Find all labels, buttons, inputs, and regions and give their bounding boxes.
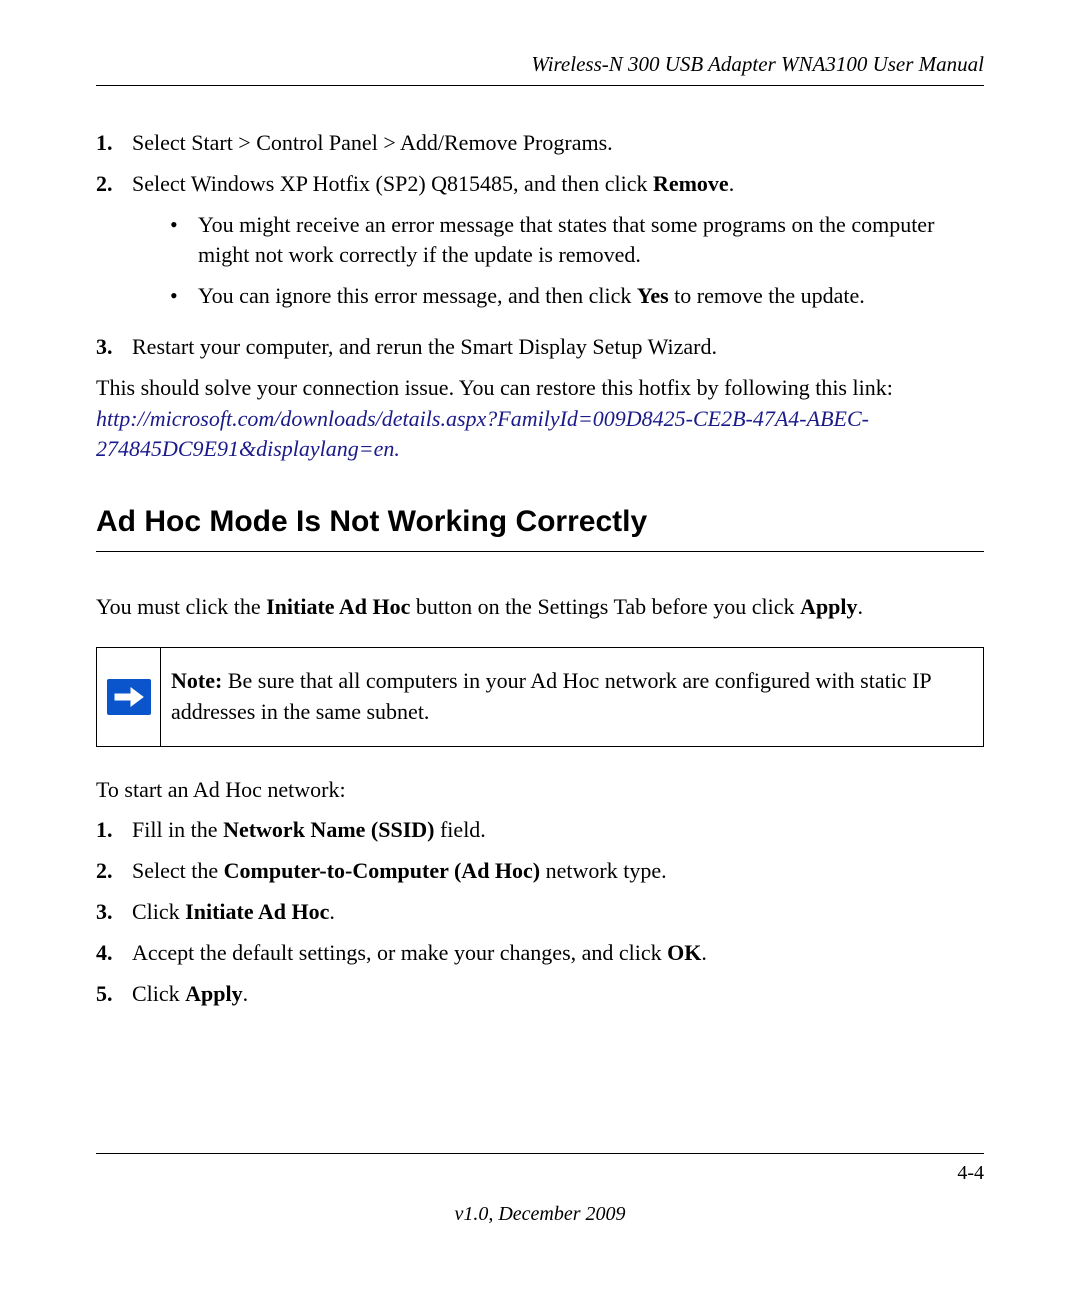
text-run: Select Windows XP Hotfix (SP2) Q815485, … (132, 171, 653, 196)
list-number: 3. (96, 332, 132, 363)
text-run: . (729, 171, 735, 196)
text-run: . (858, 594, 864, 619)
list-text: Select Start > Control Panel > Add/Remov… (132, 128, 984, 159)
bold-text: Apply (185, 981, 242, 1006)
text-run: to remove the update. (669, 283, 865, 308)
bold-text: Yes (637, 283, 669, 308)
arrow-right-icon (107, 679, 151, 715)
text-run: field. (434, 817, 485, 842)
text-run: This should solve your connection issue.… (96, 375, 893, 400)
text-run: . (243, 981, 249, 1006)
page-number: 4-4 (96, 1162, 984, 1185)
list-item: • You might receive an error message tha… (170, 210, 984, 272)
text-run: button on the Settings Tab before you cl… (410, 594, 800, 619)
sub-list: • You might receive an error message tha… (132, 210, 984, 312)
list-number: 4. (96, 938, 132, 969)
list-item: • You can ignore this error message, and… (170, 281, 984, 312)
footer-rule (96, 1153, 984, 1154)
list-number: 1. (96, 815, 132, 846)
text-run: . (701, 940, 707, 965)
text-run: . (394, 436, 400, 461)
text-run: Select the (132, 858, 224, 883)
text-run: You can ignore this error message, and t… (198, 283, 637, 308)
text-run: Click (132, 981, 185, 1006)
ordered-list-2: 1. Fill in the Network Name (SSID) field… (96, 815, 984, 1009)
note-box: Note: Be sure that all computers in your… (96, 647, 984, 747)
bold-text: Network Name (SSID) (223, 817, 434, 842)
list-text: You can ignore this error message, and t… (198, 281, 984, 312)
bold-text: Computer-to-Computer (Ad Hoc) (224, 858, 541, 883)
hotfix-link[interactable]: http://microsoft.com/downloads/details.a… (96, 406, 869, 462)
bullet: • (170, 210, 198, 272)
list-item: 3. Restart your computer, and rerun the … (96, 332, 984, 363)
list-item: 2. Select Windows XP Hotfix (SP2) Q81548… (96, 169, 984, 322)
list-item: 5. Click Apply. (96, 979, 984, 1010)
list-text: Accept the default settings, or make you… (132, 938, 984, 969)
note-label: Note: (171, 668, 222, 693)
bold-text: Initiate Ad Hoc (266, 594, 410, 619)
list-item: 1. Select Start > Control Panel > Add/Re… (96, 128, 984, 159)
list-text: Restart your computer, and rerun the Sma… (132, 332, 984, 363)
list-text: Select the Computer-to-Computer (Ad Hoc)… (132, 856, 984, 887)
text-run: Fill in the (132, 817, 223, 842)
list-text: You might receive an error message that … (198, 210, 984, 272)
list-number: 5. (96, 979, 132, 1010)
list-text: Click Initiate Ad Hoc. (132, 897, 984, 928)
list-number: 3. (96, 897, 132, 928)
bold-text: Apply (800, 594, 857, 619)
text-run: network type. (540, 858, 666, 883)
list-item: 2. Select the Computer-to-Computer (Ad H… (96, 856, 984, 887)
text-run: Click (132, 899, 185, 924)
footer-version: v1.0, December 2009 (96, 1203, 984, 1226)
bold-text: Initiate Ad Hoc (185, 899, 329, 924)
bold-text: Remove (653, 171, 729, 196)
paragraph: To start an Ad Hoc network: (96, 775, 984, 806)
list-text: Fill in the Network Name (SSID) field. (132, 815, 984, 846)
list-number: 2. (96, 169, 132, 322)
note-text: Note: Be sure that all computers in your… (161, 648, 983, 746)
list-number: 2. (96, 856, 132, 887)
list-item: 1. Fill in the Network Name (SSID) field… (96, 815, 984, 846)
text-run: You must click the (96, 594, 266, 619)
list-text: Select Windows XP Hotfix (SP2) Q815485, … (132, 169, 984, 322)
list-item: 3. Click Initiate Ad Hoc. (96, 897, 984, 928)
ordered-list-1: 1. Select Start > Control Panel > Add/Re… (96, 128, 984, 363)
text-run: Accept the default settings, or make you… (132, 940, 667, 965)
list-text: Click Apply. (132, 979, 984, 1010)
paragraph: This should solve your connection issue.… (96, 373, 984, 465)
page-footer: 4-4 v1.0, December 2009 (96, 1153, 984, 1226)
body-content: 1. Select Start > Control Panel > Add/Re… (96, 128, 984, 1009)
text-run: Be sure that all computers in your Ad Ho… (171, 668, 931, 724)
bullet: • (170, 281, 198, 312)
bold-text: OK (667, 940, 701, 965)
text-run: . (329, 899, 335, 924)
note-icon-cell (97, 648, 161, 746)
list-number: 1. (96, 128, 132, 159)
section-heading: Ad Hoc Mode Is Not Working Correctly (96, 501, 984, 552)
list-item: 4. Accept the default settings, or make … (96, 938, 984, 969)
manual-title-header: Wireless-N 300 USB Adapter WNA3100 User … (96, 52, 984, 86)
paragraph: You must click the Initiate Ad Hoc butto… (96, 592, 984, 623)
